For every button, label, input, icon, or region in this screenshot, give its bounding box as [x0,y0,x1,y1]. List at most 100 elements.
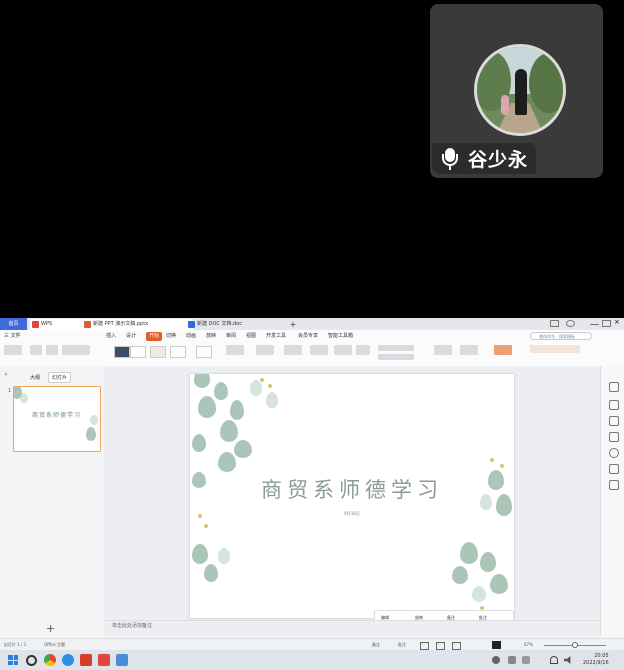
slide-thumbnail[interactable]: 商贸系师德学习 [13,386,101,452]
help-icon[interactable] [609,448,619,458]
layout-thumb[interactable] [196,346,212,358]
cut-button[interactable] [30,345,42,355]
tab-document[interactable]: 新建 DOC 文档.doc [186,319,295,330]
leaf-decoration [220,420,238,442]
reading-view-icon[interactable] [452,642,461,650]
system-clock[interactable]: 20:05 2022/9/16 [583,653,609,667]
tray-icon[interactable] [492,656,500,664]
menu-slideshow[interactable]: 放映 [206,330,216,342]
minimize-icon[interactable] [590,324,599,326]
new-tab-button[interactable]: + [288,319,298,330]
tab-label: WPS [41,321,53,327]
tab-label: 新建 DOC 文档.doc [197,321,243,327]
ppt-icon [84,321,91,328]
collapse-panel-icon[interactable]: « [4,371,8,378]
menu-smart-tools[interactable]: 智能工具箱 [328,330,353,342]
microphone-icon [442,147,458,170]
menu-design[interactable]: 设计 [126,330,136,342]
share-button[interactable] [530,345,580,353]
notes-bar[interactable]: 单击此处添加备注 [104,620,600,631]
leaf-decoration [214,382,228,400]
slide-editor: 商贸系师德学习 9月16日 [104,366,600,636]
tab-outline[interactable]: 大纲 [30,374,40,381]
command-search-input[interactable]: 查找命令、搜索模板 [530,332,592,340]
tray-icon[interactable] [522,656,530,664]
tab-slides[interactable]: 幻灯片 [48,372,72,383]
ribbon-toolbar [0,342,624,367]
copy-button[interactable] [46,345,58,355]
slide-canvas[interactable]: 商贸系师德学习 9月16日 [190,374,514,618]
menu-review[interactable]: 审阅 [226,330,236,342]
outline-button[interactable] [378,345,414,351]
design-button[interactable] [226,345,244,355]
menu-dev-tools[interactable]: 开发工具 [266,330,286,342]
menu-view[interactable]: 视图 [246,330,256,342]
leaf-decoration [218,452,236,472]
leaf-decoration [192,434,206,452]
slide-date[interactable]: 9月16日 [190,511,514,517]
menu-transition[interactable]: 切换 [166,330,176,342]
slide-title[interactable]: 商贸系师德学习 [190,474,514,504]
leaf-decoration [192,544,208,564]
layout-thumb[interactable] [170,346,186,358]
arrange-button[interactable] [310,345,328,355]
image-button[interactable] [434,345,452,355]
leaf-decoration [234,440,252,458]
notes-placeholder: 单击此处添加备注 [112,623,153,629]
layout-thumb[interactable] [130,346,146,358]
location-icon[interactable] [609,480,619,490]
leaf-decoration [198,396,216,418]
normal-view-icon[interactable] [420,642,429,650]
leaf-decoration [194,374,210,388]
windows-start-icon[interactable] [8,655,18,665]
browser-icon[interactable] [62,654,74,666]
window-layout-icon[interactable] [550,320,559,327]
find-button[interactable] [334,345,352,355]
layout-thumb[interactable] [150,346,166,358]
maximize-icon[interactable] [602,320,611,327]
flower-decoration [500,464,504,468]
avatar-icon[interactable] [566,320,575,327]
animation-icon[interactable] [609,400,619,410]
menu-animation[interactable]: 动画 [186,330,196,342]
table-button[interactable] [460,345,478,355]
wps-office-icon[interactable] [98,654,110,666]
wifi-icon[interactable] [550,656,558,664]
close-icon[interactable]: × [614,319,623,326]
text-box-button[interactable] [256,345,274,355]
layout-thumb[interactable] [114,346,130,358]
add-slide-button[interactable]: + [46,622,55,635]
menu-member[interactable]: 会员专享 [298,330,318,342]
tab-home[interactable]: 首页 [0,318,27,330]
settings-icon[interactable] [609,464,619,474]
leaf-decoration [460,542,478,564]
menu-insert[interactable]: 插入 [106,330,116,342]
search-icon[interactable] [26,655,37,666]
format-icon[interactable] [609,432,619,442]
leaf-decoration [480,552,496,572]
volume-icon[interactable] [564,656,571,664]
replace-button[interactable] [356,345,370,355]
shape-icon[interactable] [609,416,619,426]
participant-name-bar: 谷少永 [432,143,536,174]
thumbnail-title: 商贸系师德学习 [32,412,82,419]
wps-taskbar-icon[interactable] [80,654,92,666]
menu-file[interactable]: 三 文件 [4,330,21,342]
flower-decoration [490,458,494,462]
picture-button[interactable] [378,354,414,360]
template-button[interactable] [494,345,512,355]
play-slideshow-icon[interactable] [492,641,501,649]
leaf-decoration [230,400,244,420]
meeting-app-icon[interactable] [116,654,128,666]
sorter-view-icon[interactable] [436,642,445,650]
taskbar: 20:05 2022/9/16 [0,650,624,670]
format-painter-button[interactable] [62,345,90,355]
shapes-button[interactable] [284,345,302,355]
zoom-slider-handle[interactable] [572,642,578,648]
participant-tile[interactable]: 谷少永 [430,4,603,178]
menu-home[interactable]: 开始 [146,332,163,341]
chrome-icon[interactable] [44,654,56,666]
tray-icon[interactable] [508,656,516,664]
paste-button[interactable] [4,345,22,355]
property-icon[interactable] [609,382,619,392]
